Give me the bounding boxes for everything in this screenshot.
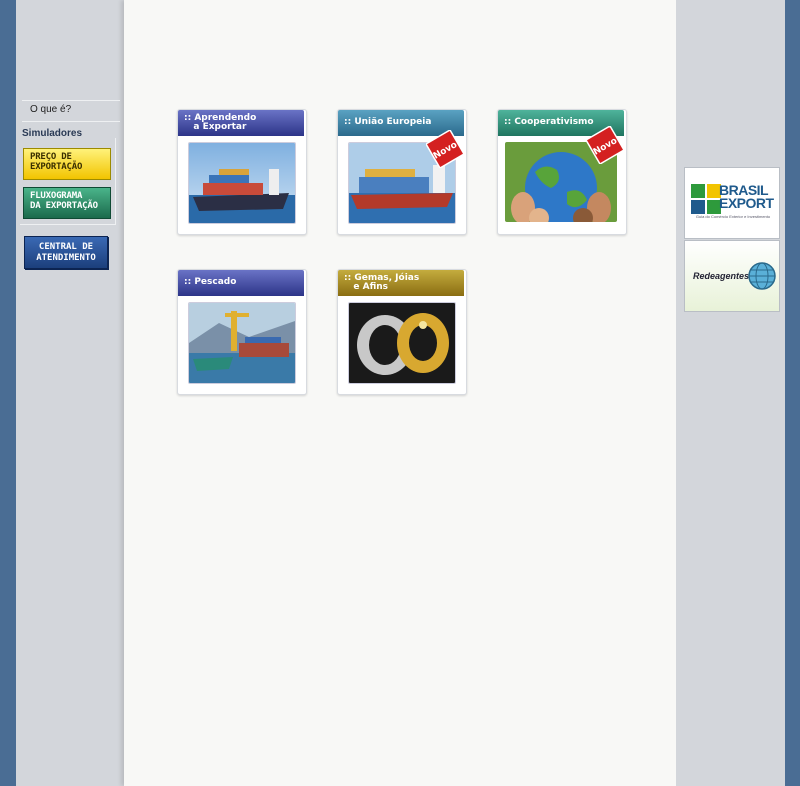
card-uniao-europeia[interactable]: :: União Europeia Novo <box>337 109 467 235</box>
ship-photo[interactable] <box>188 142 296 224</box>
brasil-export-subtitle: Guia do Comércio Exterior e Investimento <box>695 214 771 219</box>
novo-badge: Novo <box>426 130 464 168</box>
what-is-link[interactable]: O que é? <box>22 100 120 122</box>
globe-icon <box>748 262 776 290</box>
rings-photo[interactable] <box>348 302 456 384</box>
brasil-export-mark-icon <box>691 184 721 214</box>
fluxograma-exportacao-button[interactable]: FLUXOGRAMA DA EXPORTAÇÃO <box>23 187 111 219</box>
central-atendimento-button[interactable]: CENTRAL DE ATENDIMENTO <box>24 236 108 269</box>
card-pescado[interactable]: :: Pescado <box>177 269 307 395</box>
brasil-export-logo[interactable]: BRASIL EXPORT Guia do Comércio Exterior … <box>684 167 780 239</box>
card-aprendendo-exportar[interactable]: :: Aprendendo a Exportar <box>177 109 307 235</box>
redeagentes-logo[interactable]: Redeagentes <box>684 240 780 312</box>
redeagentes-label: Redeagentes <box>693 271 750 281</box>
right-sidebar <box>676 0 785 786</box>
card-gemas-joias[interactable]: :: Gemas, Jóias e Afins <box>337 269 467 395</box>
novo-badge: Novo <box>586 126 624 164</box>
card-cooperativismo[interactable]: :: Cooperativismo Novo <box>497 109 627 235</box>
card-title: :: Aprendendo a Exportar <box>178 110 304 136</box>
brasil-export-title: BRASIL EXPORT <box>719 182 774 211</box>
port-photo[interactable] <box>188 302 296 384</box>
what-is-label: O que é? <box>30 104 72 115</box>
preco-exportacao-button[interactable]: PREÇO DE EXPORTAÇÃO <box>23 148 111 180</box>
card-title: :: Pescado <box>178 270 304 296</box>
card-title: :: Gemas, Jóias e Afins <box>338 270 464 296</box>
